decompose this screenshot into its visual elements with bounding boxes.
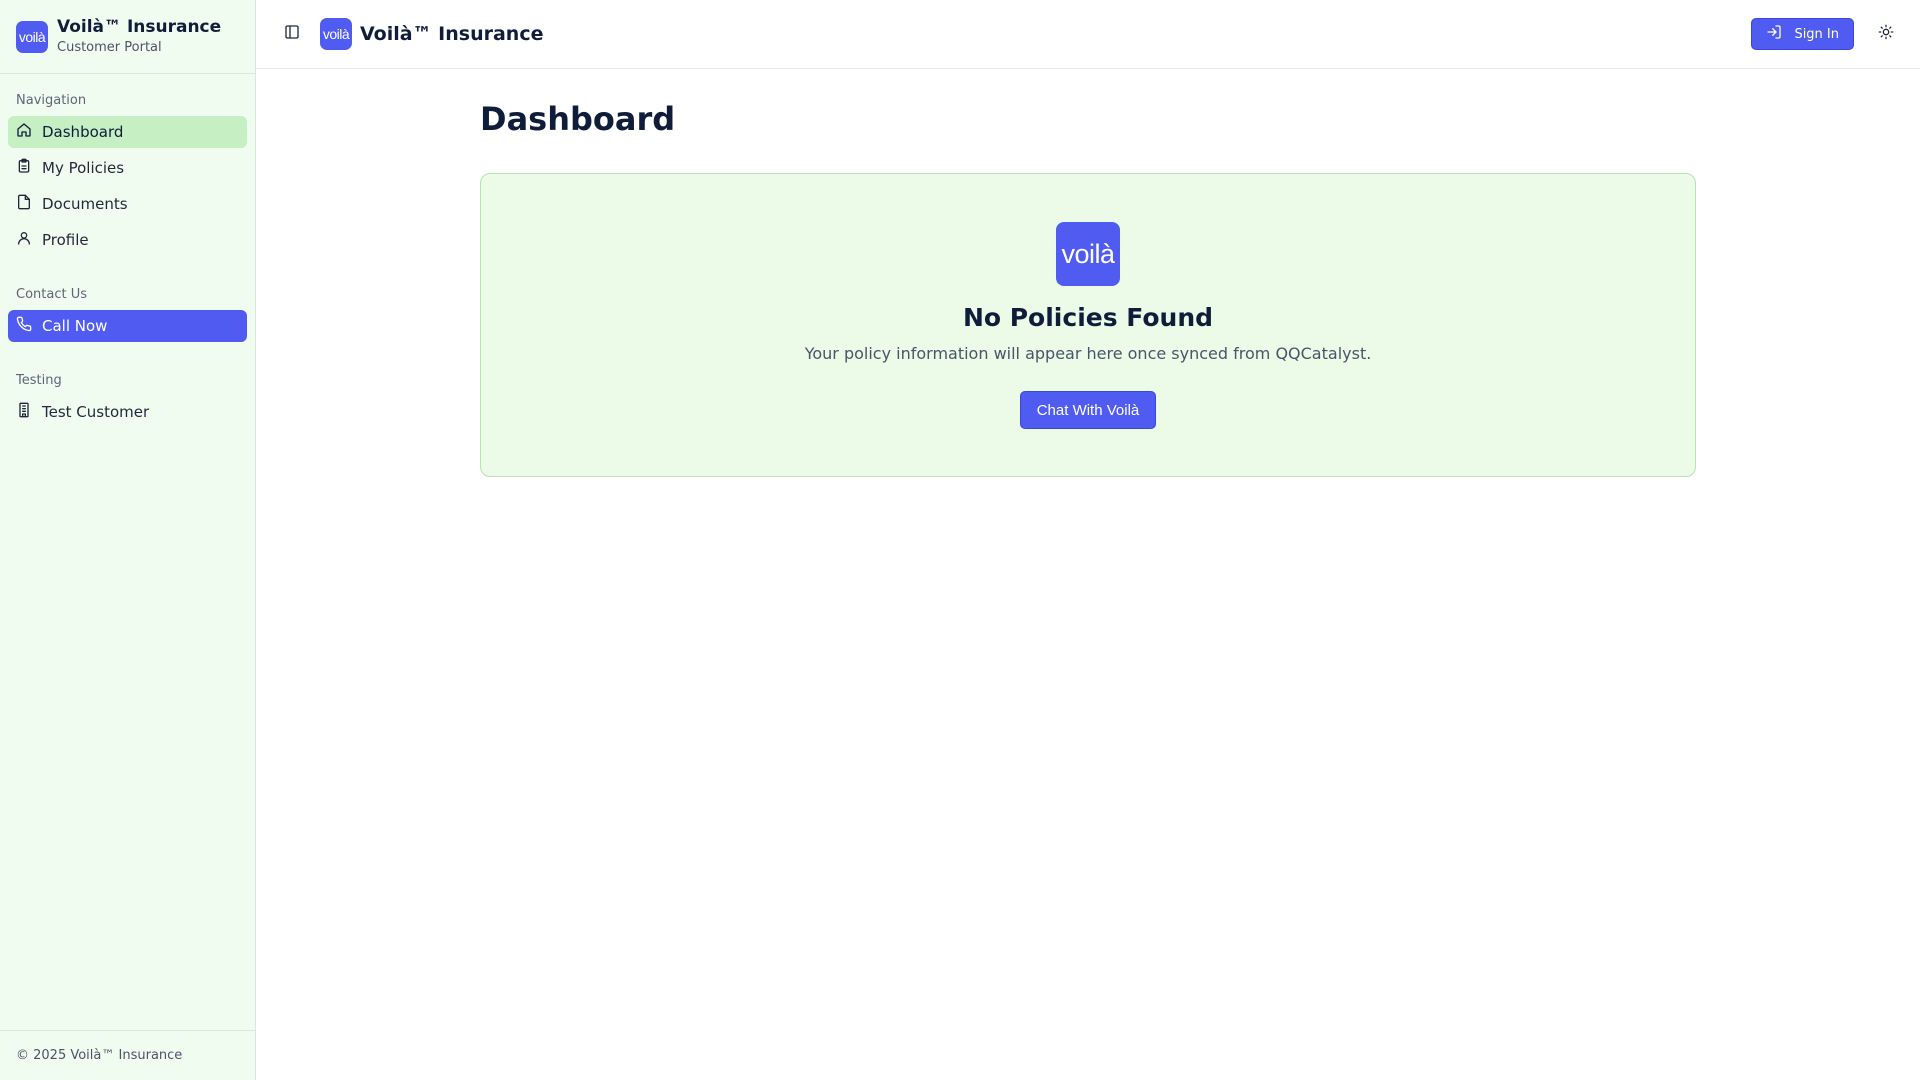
empty-state-title: No Policies Found [962,303,1214,332]
clipboard-icon [16,158,32,178]
sidebar-group-navigation: Navigation Dashboard My Policies Documen… [8,84,247,256]
sun-icon [1878,24,1894,44]
sidebar-item-label: My Policies [42,159,125,177]
sidebar-item-my-policies[interactable]: My Policies [8,152,247,184]
main-area: voilà Voilà™ Insurance Sign In Dashboard… [256,0,1920,1080]
sidebar-brand: Voilà™ Insurance Customer Portal [57,17,221,57]
empty-state-logo: voilà [1056,222,1120,286]
theme-toggle-button[interactable] [1870,18,1902,50]
brand-logo: voilà [16,20,48,53]
sidebar-item-label: Call Now [42,317,108,335]
sidebar-footer: © 2025 Voilà™ Insurance [0,1030,255,1080]
sidebar-toggle-button[interactable] [274,16,310,52]
chat-with-voila-button[interactable]: Chat With Voilà [1019,391,1157,429]
sidebar-item-label: Documents [42,195,128,213]
user-icon [16,230,32,250]
panel-left-icon [284,24,300,44]
sidebar-brand-subtitle: Customer Portal [57,40,162,55]
sidebar-item-label: Test Customer [42,403,150,421]
sign-in-button[interactable]: Sign In [1751,18,1854,50]
building-icon [16,402,32,422]
sign-in-label: Sign In [1794,26,1839,42]
sidebar-group-testing: Testing Test Customer [8,364,247,428]
sidebar-brand-name: Voilà™ Insurance [57,16,222,37]
main-content: Dashboard voilà No Policies Found Your p… [256,69,1920,477]
topbar-title: Voilà™ Insurance [360,23,544,45]
home-icon [16,122,32,142]
sidebar-item-dashboard[interactable]: Dashboard [8,116,247,148]
page-title: Dashboard [480,100,676,138]
empty-state-text: Your policy information will appear here… [804,344,1372,363]
sidebar-item-label: Dashboard [42,123,124,141]
empty-state-card: voilà No Policies Found Your policy info… [480,173,1696,477]
topbar-logo: voilà [320,18,352,50]
sidebar-group-contact: Contact Us Call Now [8,278,247,342]
app-root: voilà Voilà™ Insurance Customer Portal N… [0,0,1920,1080]
sidebar-group-label: Contact Us [16,286,87,302]
sidebar-item-label: Profile [42,231,89,249]
file-icon [16,194,32,214]
sidebar-item-documents[interactable]: Documents [8,188,247,220]
topbar: voilà Voilà™ Insurance Sign In [256,0,1920,69]
phone-icon [16,316,32,336]
sidebar-item-test-customer[interactable]: Test Customer [8,396,247,428]
sidebar-groups: Navigation Dashboard My Policies Documen… [0,74,255,1030]
sidebar-header: voilà Voilà™ Insurance Customer Portal [0,0,255,74]
call-now-button[interactable]: Call Now [8,310,247,342]
sidebar: voilà Voilà™ Insurance Customer Portal N… [0,0,256,1080]
sidebar-item-profile[interactable]: Profile [8,224,247,256]
sidebar-group-label: Navigation [16,92,87,108]
sidebar-group-label: Testing [16,372,62,388]
log-in-icon [1766,24,1782,44]
